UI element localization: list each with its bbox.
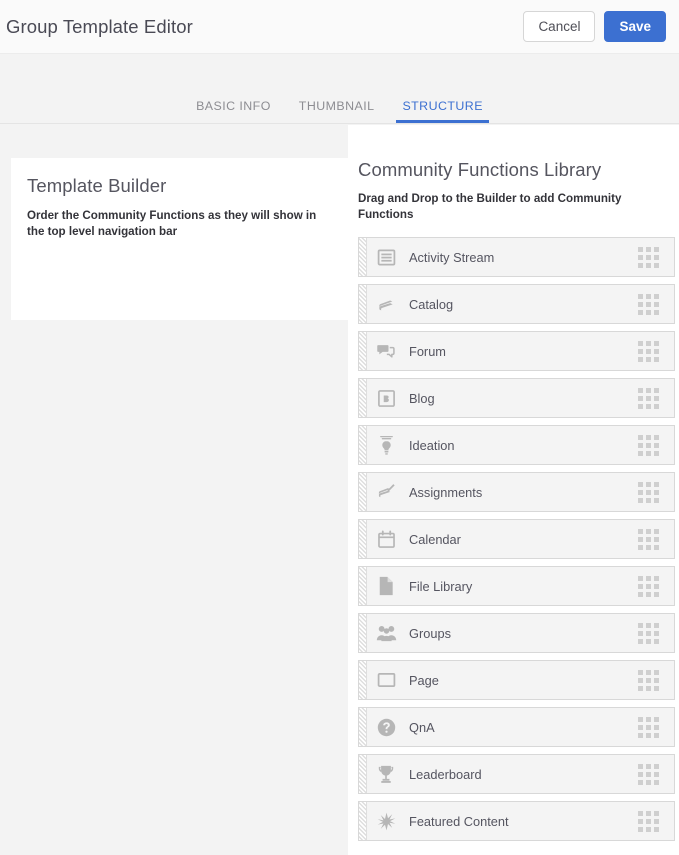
community-functions-list: Activity Stream Catalog Forum Blog Ideation A… <box>358 237 677 841</box>
file-library-icon <box>375 575 397 597</box>
community-function-item[interactable]: Assignments <box>358 472 675 512</box>
drag-grip-icon[interactable] <box>638 623 659 644</box>
tab-basic-info[interactable]: BASIC INFO <box>182 99 285 123</box>
community-function-label: Leaderboard <box>409 767 482 782</box>
header-actions: Cancel Save <box>523 11 666 42</box>
community-function-item[interactable]: Leaderboard <box>358 754 675 794</box>
drag-grip-icon[interactable] <box>638 576 659 597</box>
library-title: Community Functions Library <box>358 158 677 182</box>
community-functions-library-panel: Community Functions Library Drag and Dro… <box>348 125 679 855</box>
app-header: Group Template Editor Cancel Save <box>0 0 679 54</box>
forum-icon <box>375 340 397 362</box>
library-instructions: Drag and Drop to the Builder to add Comm… <box>358 191 677 223</box>
community-function-label: File Library <box>409 579 472 594</box>
template-builder-instructions: Order the Community Functions as they wi… <box>27 208 328 240</box>
editor-content: Template Builder Order the Community Fun… <box>0 125 679 855</box>
community-function-item[interactable]: QnA <box>358 707 675 747</box>
page-title: Group Template Editor <box>6 16 193 38</box>
drag-grip-icon[interactable] <box>638 717 659 738</box>
groups-icon <box>375 622 397 644</box>
page-icon <box>375 669 397 691</box>
editor-tabs: BASIC INFO THUMBNAIL STRUCTURE <box>0 54 679 124</box>
drag-grip-icon[interactable] <box>638 811 659 832</box>
community-function-label: Forum <box>409 344 446 359</box>
drag-grip-icon[interactable] <box>638 670 659 691</box>
drag-grip-icon[interactable] <box>638 482 659 503</box>
drag-grip-icon[interactable] <box>638 247 659 268</box>
community-function-label: Blog <box>409 391 435 406</box>
community-function-label: Ideation <box>409 438 455 453</box>
drag-grip-icon[interactable] <box>638 341 659 362</box>
save-button[interactable]: Save <box>604 11 666 42</box>
community-function-item[interactable]: Ideation <box>358 425 675 465</box>
drag-grip-icon[interactable] <box>638 529 659 550</box>
drag-grip-icon[interactable] <box>638 294 659 315</box>
leaderboard-icon <box>375 763 397 785</box>
community-function-item[interactable]: Page <box>358 660 675 700</box>
community-function-label: Calendar <box>409 532 461 547</box>
blog-icon <box>375 387 397 409</box>
cancel-button[interactable]: Cancel <box>523 11 595 42</box>
community-function-item[interactable]: Forum <box>358 331 675 371</box>
community-function-item[interactable]: Activity Stream <box>358 237 675 277</box>
community-function-item[interactable]: Blog <box>358 378 675 418</box>
catalog-icon <box>375 293 397 315</box>
drag-grip-icon[interactable] <box>638 388 659 409</box>
community-function-label: Assignments <box>409 485 482 500</box>
assignments-icon <box>375 481 397 503</box>
community-function-item[interactable]: Calendar <box>358 519 675 559</box>
community-function-label: Featured Content <box>409 814 509 829</box>
community-function-label: Page <box>409 673 439 688</box>
community-function-item[interactable]: Catalog <box>358 284 675 324</box>
activity-stream-icon <box>375 246 397 268</box>
drag-grip-icon[interactable] <box>638 435 659 456</box>
qna-icon <box>375 716 397 738</box>
tab-structure[interactable]: STRUCTURE <box>388 99 496 123</box>
template-builder-title: Template Builder <box>27 174 328 198</box>
tab-thumbnail[interactable]: THUMBNAIL <box>285 99 389 123</box>
ideation-icon <box>375 434 397 456</box>
group-template-editor-page: Group Template Editor Cancel Save BASIC … <box>0 0 679 855</box>
community-function-label: Activity Stream <box>409 250 494 265</box>
drag-grip-icon[interactable] <box>638 764 659 785</box>
community-function-label: QnA <box>409 720 435 735</box>
calendar-icon <box>375 528 397 550</box>
community-function-item[interactable]: Featured Content <box>358 801 675 841</box>
template-builder-panel[interactable]: Template Builder Order the Community Fun… <box>11 158 348 320</box>
community-function-label: Groups <box>409 626 451 641</box>
community-function-label: Catalog <box>409 297 453 312</box>
featured-content-icon <box>375 810 397 832</box>
community-function-item[interactable]: File Library <box>358 566 675 606</box>
community-function-item[interactable]: Groups <box>358 613 675 653</box>
